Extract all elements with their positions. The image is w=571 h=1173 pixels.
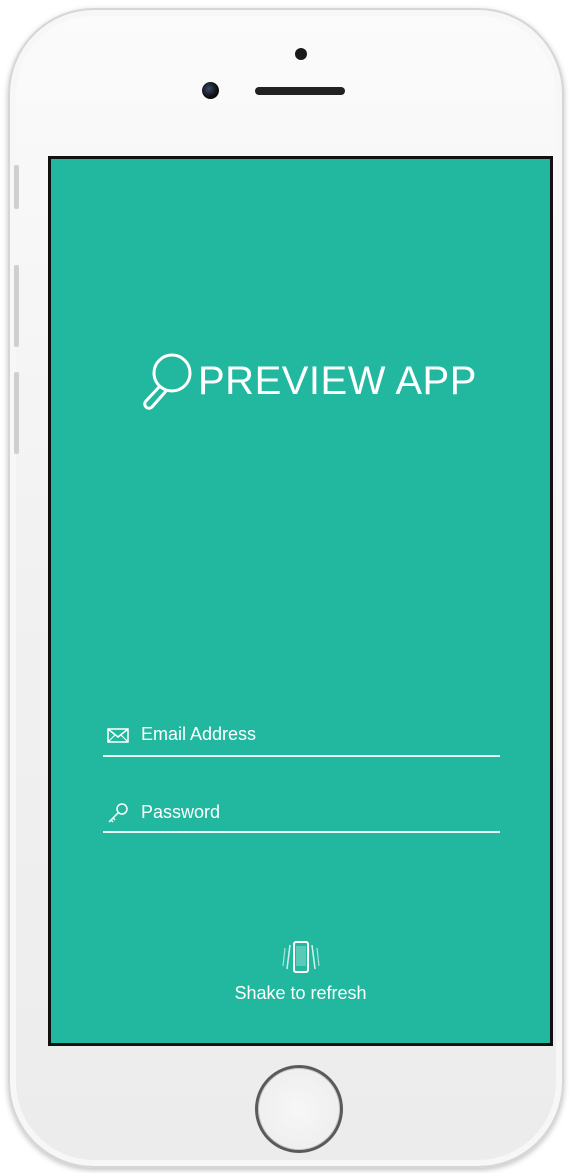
- password-field[interactable]: [103, 793, 500, 833]
- earpiece-speaker: [255, 87, 345, 95]
- envelope-icon: [107, 728, 129, 743]
- app-screen: PREVIEW APP Shake to ref: [48, 156, 553, 1046]
- phone-frame: PREVIEW APP Shake to ref: [8, 8, 564, 1168]
- email-input[interactable]: [141, 719, 491, 749]
- app-logo-text: PREVIEW APP: [198, 359, 477, 403]
- volume-up-button: [14, 265, 19, 347]
- mute-switch: [14, 165, 19, 209]
- shake-label: Shake to refresh: [234, 983, 367, 1003]
- shake-to-refresh: Shake to refresh: [51, 939, 550, 1004]
- front-camera: [202, 82, 219, 99]
- password-input[interactable]: [141, 797, 491, 827]
- app-logo: PREVIEW APP: [136, 349, 477, 413]
- key-icon: [108, 803, 128, 823]
- email-field[interactable]: [103, 715, 500, 757]
- sensor-dot: [295, 48, 307, 60]
- shake-phone-icon: [281, 941, 320, 973]
- magnifier-icon: [143, 353, 192, 410]
- volume-down-button: [14, 372, 19, 454]
- home-button[interactable]: [255, 1065, 343, 1153]
